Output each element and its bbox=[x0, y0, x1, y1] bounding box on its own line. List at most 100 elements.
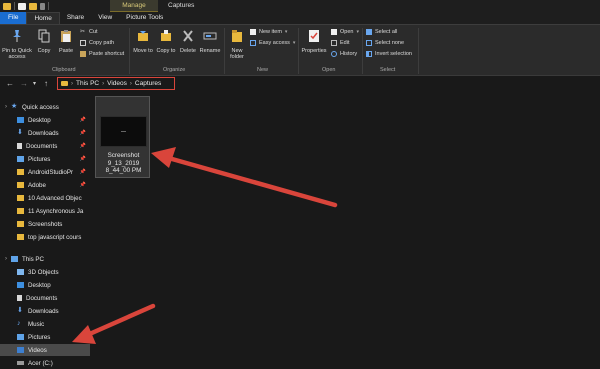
file-item[interactable]: Screenshot 9_13_2019 8_44_00 PM bbox=[95, 96, 150, 178]
pin-icon: 📌 bbox=[79, 156, 86, 162]
divider bbox=[362, 28, 363, 74]
divider bbox=[129, 28, 130, 74]
cut-label: Cut bbox=[89, 29, 98, 35]
sidebar-item-videos[interactable]: Videos bbox=[0, 344, 90, 356]
navigation-pane: › ★ Quick access Desktop 📌 ⬇ Downloads 📌… bbox=[0, 92, 90, 369]
sidebar-item-label: Desktop bbox=[28, 281, 51, 289]
sidebar-item-advanced-objects[interactable]: 10 Advanced Objec bbox=[0, 192, 90, 204]
copy-button[interactable]: Copy bbox=[35, 29, 53, 54]
sidebar-item-screenshots[interactable]: Screenshots bbox=[0, 218, 90, 230]
sidebar-item-label: Music bbox=[28, 320, 45, 328]
sidebar-item-pc-documents[interactable]: Documents bbox=[0, 292, 90, 304]
pictures-icon bbox=[17, 156, 24, 162]
sidebar-item-javascript-course[interactable]: top javascript cours bbox=[0, 231, 90, 243]
sidebar-item-documents[interactable]: Documents 📌 bbox=[0, 140, 90, 152]
music-icon: ♪ bbox=[17, 320, 21, 327]
folder-icon bbox=[61, 81, 68, 86]
address-bar[interactable]: › This PC › Videos › Captures bbox=[57, 77, 175, 90]
select-all-label: Select all bbox=[375, 29, 398, 35]
select-all-button[interactable]: Select all bbox=[366, 29, 397, 35]
properties-button[interactable]: Properties bbox=[300, 29, 328, 54]
sidebar-item-desktop[interactable]: Desktop 📌 bbox=[0, 114, 90, 126]
select-none-button[interactable]: Select none bbox=[366, 40, 404, 46]
paste-shortcut-label: Paste shortcut bbox=[89, 51, 125, 57]
contextual-tab-manage[interactable]: Manage bbox=[110, 0, 158, 12]
sidebar-item-androidstudio[interactable]: AndroidStudioPr 📌 bbox=[0, 166, 90, 178]
tab-view[interactable]: View bbox=[91, 12, 119, 24]
breadcrumb-captures[interactable]: Captures bbox=[135, 80, 161, 87]
group-label-open: Open bbox=[322, 67, 336, 73]
rename-label: Rename bbox=[199, 47, 221, 54]
sidebar-item-music[interactable]: ♪ Music bbox=[0, 318, 90, 330]
move-to-button[interactable]: Move to bbox=[132, 29, 154, 54]
breadcrumb-videos[interactable]: Videos bbox=[107, 80, 127, 87]
sidebar-item-3d-objects[interactable]: 3D Objects bbox=[0, 266, 90, 278]
new-folder-label: New folder bbox=[230, 47, 244, 61]
select-all-icon bbox=[366, 29, 372, 35]
ribbon-tabs: File Home Share View Picture Tools bbox=[0, 12, 600, 24]
folder-icon bbox=[17, 195, 24, 201]
forward-arrow-icon[interactable]: → bbox=[20, 79, 28, 88]
divider bbox=[298, 28, 299, 74]
breadcrumb-this-pc[interactable]: This PC bbox=[76, 80, 99, 87]
cut-button[interactable]: ✂ Cut bbox=[80, 29, 98, 35]
sidebar-item-label: Downloads bbox=[28, 307, 59, 315]
breadcrumb-separator: › bbox=[129, 80, 132, 87]
new-folder-button[interactable]: New folder bbox=[227, 29, 247, 61]
group-label-clipboard: Clipboard bbox=[52, 67, 76, 73]
tab-share[interactable]: Share bbox=[60, 12, 91, 24]
history-button[interactable]: History bbox=[331, 51, 357, 57]
sidebar-item-downloads[interactable]: ⬇ Downloads 📌 bbox=[0, 127, 90, 139]
customize-toolbar-icon[interactable] bbox=[40, 2, 45, 10]
delete-label: Delete bbox=[180, 47, 196, 54]
sidebar-item-label: Adobe bbox=[28, 181, 46, 189]
sidebar-item-label: Desktop bbox=[28, 116, 51, 124]
rename-button[interactable]: Rename bbox=[199, 29, 221, 54]
paste-button[interactable]: Paste bbox=[56, 29, 76, 54]
copy-to-label: Copy to bbox=[156, 47, 176, 54]
sidebar-item-pc-desktop[interactable]: Desktop bbox=[0, 279, 90, 291]
open-button[interactable]: Open ▾ bbox=[331, 29, 359, 35]
sidebar-item-pc-downloads[interactable]: ⬇ Downloads bbox=[0, 305, 90, 317]
tab-picture-tools[interactable]: Picture Tools bbox=[119, 12, 170, 24]
group-label-select: Select bbox=[380, 67, 396, 73]
up-arrow-icon[interactable]: ↑ bbox=[44, 79, 48, 88]
move-to-label: Move to bbox=[133, 47, 153, 54]
pictures-icon bbox=[17, 334, 24, 340]
sidebar-item-label: top javascript cours bbox=[28, 233, 82, 241]
edit-button[interactable]: Edit bbox=[331, 40, 349, 46]
drive-icon bbox=[17, 361, 24, 365]
sidebar-item-asynchronous[interactable]: 11 Asynchronous Ja bbox=[0, 205, 90, 217]
pin-to-quick-access-button[interactable]: Pin to Quick access bbox=[2, 29, 32, 61]
sidebar-item-pictures[interactable]: Pictures 📌 bbox=[0, 153, 90, 165]
recent-locations-icon[interactable]: ▾ bbox=[33, 80, 36, 89]
computer-icon bbox=[11, 256, 18, 262]
copy-to-button[interactable]: Copy to bbox=[155, 29, 177, 54]
new-folder-icon[interactable] bbox=[29, 2, 37, 10]
easy-access-button[interactable]: Easy access ▾ bbox=[250, 40, 295, 46]
sidebar-item-adobe[interactable]: Adobe 📌 bbox=[0, 179, 90, 191]
tab-home[interactable]: Home bbox=[26, 12, 60, 24]
paste-shortcut-button[interactable]: Paste shortcut bbox=[80, 51, 124, 57]
sidebar-item-quick-access[interactable]: ★ Quick access bbox=[0, 101, 90, 113]
desktop-icon bbox=[17, 117, 24, 123]
tab-file[interactable]: File bbox=[0, 12, 27, 24]
invert-selection-button[interactable]: Invert selection bbox=[366, 51, 412, 57]
sidebar-item-this-pc[interactable]: This PC bbox=[0, 253, 90, 265]
sidebar-item-drive-c[interactable]: Acer (C:) bbox=[0, 357, 90, 369]
file-name-line: 9_13_2019 bbox=[107, 159, 140, 167]
new-item-button[interactable]: New item ▾ bbox=[250, 29, 287, 35]
pin-icon bbox=[13, 30, 21, 42]
copy-path-button[interactable]: Copy path bbox=[80, 40, 114, 46]
file-name-line: 8_44_00 PM bbox=[105, 167, 142, 175]
sidebar-item-label: Screenshots bbox=[28, 220, 63, 228]
delete-button[interactable]: Delete bbox=[178, 29, 198, 54]
sidebar-item-pc-pictures[interactable]: Pictures bbox=[0, 331, 90, 343]
download-icon: ⬇ bbox=[17, 129, 23, 136]
folder-icon bbox=[3, 2, 11, 10]
sidebar-item-label: 3D Objects bbox=[28, 268, 59, 276]
properties-icon[interactable] bbox=[18, 2, 26, 10]
sidebar-item-label: AndroidStudioPr bbox=[28, 168, 74, 176]
video-icon bbox=[17, 347, 24, 353]
back-arrow-icon[interactable]: ← bbox=[6, 79, 14, 88]
